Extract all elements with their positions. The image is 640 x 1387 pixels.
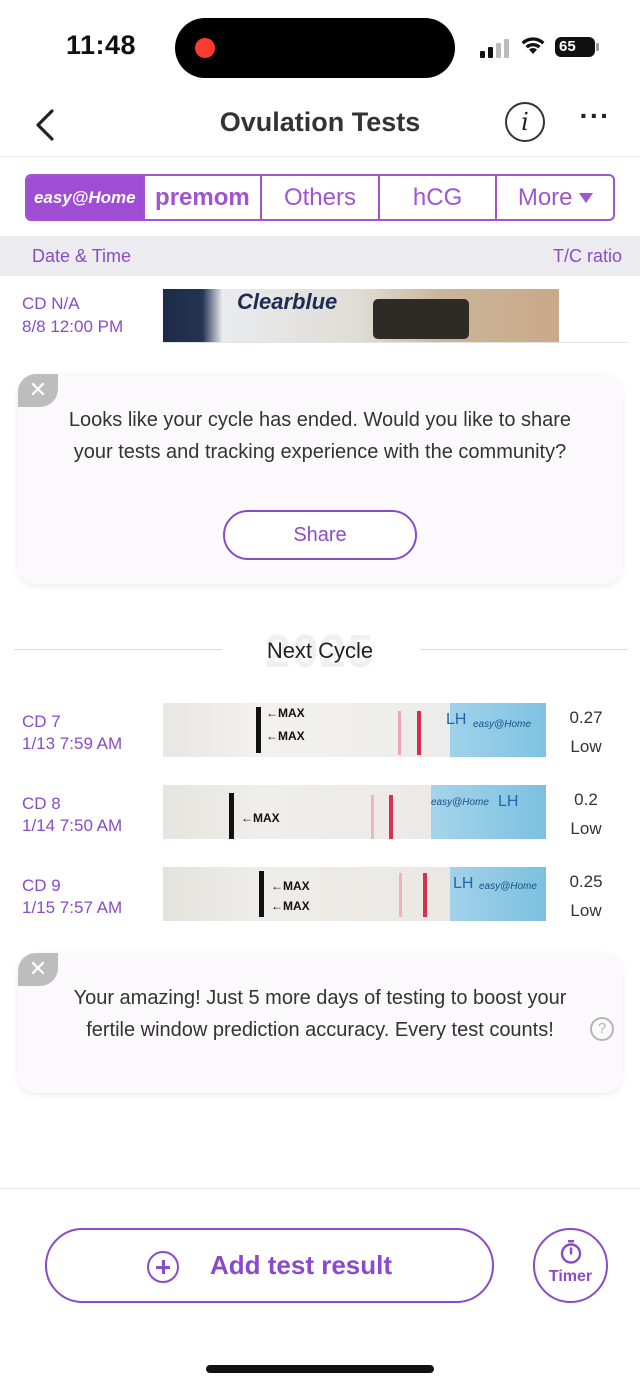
strip-max-bar bbox=[259, 871, 264, 917]
column-header: Date & Time T/C ratio bbox=[0, 236, 640, 276]
battery-level: 65 bbox=[559, 38, 576, 55]
cellular-signal-icon bbox=[480, 36, 512, 58]
test-line bbox=[399, 873, 402, 917]
column-tc-ratio: T/C ratio bbox=[552, 246, 622, 266]
strip-brand-label: easy@Home bbox=[479, 881, 537, 892]
battery-icon: 65 bbox=[555, 37, 595, 57]
close-icon[interactable]: ✕ bbox=[18, 953, 58, 986]
control-line bbox=[417, 711, 421, 755]
battery-cap bbox=[596, 43, 599, 51]
brand-tabs: easy@Home premom Others hCG More bbox=[25, 174, 615, 221]
test-datetime: 1/13 7:59 AM bbox=[22, 734, 123, 753]
test-strip-photo[interactable]: ←MAX ←MAX LH easy@Home bbox=[163, 703, 546, 757]
bottom-separator bbox=[0, 1188, 640, 1189]
timer-label: Timer bbox=[548, 1268, 593, 1285]
test-line bbox=[398, 711, 401, 755]
add-test-result-label: Add test result bbox=[210, 1250, 393, 1280]
cycle-day: CD 9 bbox=[22, 876, 61, 895]
cycle-divider: 2025 Next Cycle bbox=[0, 625, 640, 677]
close-icon[interactable]: ✕ bbox=[18, 374, 58, 407]
tc-ratio-level: Low bbox=[570, 737, 602, 756]
control-line bbox=[423, 873, 427, 917]
tc-ratio-level: Low bbox=[570, 819, 602, 838]
strip-max-bar bbox=[256, 707, 261, 753]
tab-others[interactable]: Others bbox=[262, 176, 380, 219]
strip-max-label: ←MAX bbox=[266, 706, 305, 720]
navigation-bar: Ovulation Tests i ··· bbox=[0, 95, 640, 157]
strip-brand: Clearblue bbox=[237, 289, 338, 314]
wifi-icon bbox=[521, 37, 545, 54]
tip-card: ✕ Your amazing! Just 5 more days of test… bbox=[18, 953, 622, 1093]
add-test-result-button[interactable]: Add test result bbox=[45, 1228, 494, 1303]
strip-max-bar bbox=[229, 793, 234, 839]
share-card-message: Looks like your cycle has ended. Would y… bbox=[68, 409, 572, 463]
dropdown-caret-icon bbox=[578, 192, 593, 203]
control-line bbox=[389, 795, 393, 839]
strip-result-window bbox=[373, 299, 469, 339]
tab-hcg[interactable]: hCG bbox=[380, 176, 498, 219]
test-row[interactable]: CD 8 1/14 7:50 AM ←MAX easy@Home LH 0.2 … bbox=[0, 785, 640, 845]
test-strip-photo[interactable]: ←MAX easy@Home LH bbox=[163, 785, 546, 839]
recording-indicator-icon bbox=[195, 38, 215, 58]
strip-brand-label: easy@Home bbox=[431, 797, 489, 808]
tip-card-message: Your amazing! Just 5 more days of testin… bbox=[73, 987, 567, 1041]
strip-brand-label: easy@Home bbox=[473, 719, 531, 730]
strip-lh-label: LH bbox=[498, 793, 519, 810]
strip-max-label: ←MAX bbox=[241, 811, 280, 825]
dynamic-island bbox=[175, 18, 455, 78]
clock-time: 11:48 bbox=[66, 30, 137, 60]
tab-label: More bbox=[517, 183, 573, 211]
test-row[interactable]: CD 9 1/15 7:57 AM ←MAX ←MAX LH easy@Home… bbox=[0, 867, 640, 927]
timer-button[interactable]: Timer bbox=[533, 1228, 608, 1303]
cycle-day: CD 8 bbox=[22, 794, 61, 813]
cycle-day: CD N/A bbox=[22, 294, 80, 313]
test-datetime: 8/8 12:00 PM bbox=[22, 317, 124, 336]
tc-ratio-level: Low bbox=[570, 901, 602, 920]
strip-max-label: ←MAX bbox=[271, 899, 310, 913]
tab-more[interactable]: More bbox=[497, 176, 613, 219]
home-indicator[interactable] bbox=[206, 1365, 434, 1373]
strip-lh-label: LH bbox=[453, 875, 474, 892]
share-card: ✕ Looks like your cycle has ended. Would… bbox=[18, 374, 622, 584]
tc-ratio-value: 0.25 bbox=[569, 872, 603, 891]
cycle-day: CD 7 bbox=[22, 712, 61, 731]
test-strip-photo[interactable]: ←MAX ←MAX LH easy@Home bbox=[163, 867, 546, 921]
tab-label: hCG bbox=[412, 183, 463, 211]
tc-ratio-value: 0.2 bbox=[574, 790, 598, 809]
tab-premom[interactable]: premom bbox=[145, 176, 263, 219]
stopwatch-icon bbox=[560, 1240, 582, 1264]
strip-max-label: ←MAX bbox=[271, 879, 310, 893]
tab-label: premom bbox=[155, 183, 250, 211]
test-strip-photo[interactable]: Clearblue bbox=[163, 289, 559, 343]
test-line bbox=[371, 795, 374, 839]
strip-lh-label: LH bbox=[446, 711, 467, 728]
next-cycle-label: Next Cycle bbox=[266, 638, 374, 663]
share-button[interactable]: Share bbox=[223, 510, 417, 560]
tc-ratio-value: 0.27 bbox=[569, 708, 603, 727]
column-date-time: Date & Time bbox=[32, 246, 132, 266]
test-row[interactable]: CD N/A 8/8 12:00 PM Clearblue bbox=[0, 289, 640, 349]
plus-circle-icon bbox=[147, 1251, 179, 1283]
tab-label: Others bbox=[283, 183, 356, 211]
tab-easy-home[interactable]: easy@Home bbox=[27, 176, 145, 219]
tab-label: easy@Home bbox=[33, 187, 136, 207]
row-separator bbox=[163, 342, 628, 343]
test-datetime: 1/15 7:57 AM bbox=[22, 898, 123, 917]
status-bar: 11:48 65 bbox=[0, 0, 640, 95]
strip-max-label: ←MAX bbox=[266, 729, 305, 743]
more-options-icon[interactable]: ··· bbox=[575, 101, 615, 141]
test-datetime: 1/14 7:50 AM bbox=[22, 816, 123, 835]
info-icon[interactable]: i bbox=[505, 102, 545, 142]
help-icon[interactable]: ? bbox=[590, 1017, 614, 1041]
test-row[interactable]: CD 7 1/13 7:59 AM ←MAX ←MAX LH easy@Home… bbox=[0, 703, 640, 763]
